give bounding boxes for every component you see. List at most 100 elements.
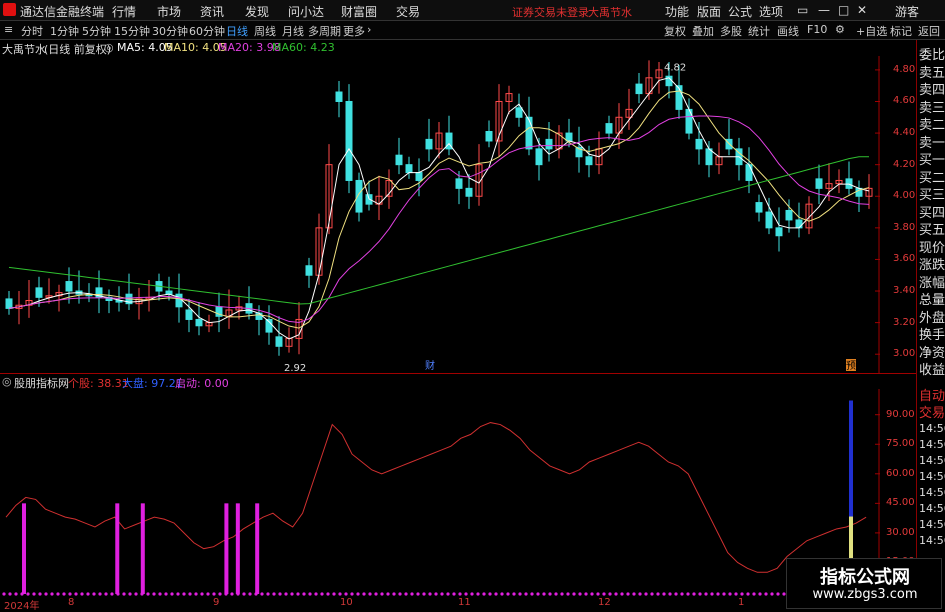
menu-function[interactable]: 功能 — [665, 3, 689, 20]
menu-item-market[interactable]: 市场 — [157, 3, 181, 20]
menu-item-trade[interactable]: 交易 — [396, 3, 420, 20]
tool-gear-icon[interactable]: ⚙ — [835, 23, 845, 36]
top-menu-bar: 通达信金融终端 行情 市场 资讯 发现 问小达 财富圈 交易 证券交易未登录 大… — [0, 0, 945, 21]
indicator-baseline-dot — [758, 592, 762, 596]
maximize-icon[interactable]: □ — [838, 3, 849, 17]
indicator-baseline-dot — [398, 592, 402, 596]
tab-period-60m[interactable]: 60分钟 — [189, 23, 225, 39]
tab-period-30m[interactable]: 30分钟 — [152, 23, 188, 39]
menu-options[interactable]: 选项 — [759, 3, 783, 20]
indicator-baseline-dot — [278, 592, 282, 596]
indicator-baseline-dot — [482, 592, 486, 596]
indicator-baseline-dot — [500, 592, 504, 596]
indicator-baseline-dot — [746, 592, 750, 596]
indicator-baseline-dot — [152, 592, 156, 596]
candle-body — [175, 293, 183, 308]
indicator-baseline-dot — [56, 592, 60, 596]
indicator-baseline-dot — [116, 592, 120, 596]
indicator-baseline-dot — [524, 592, 528, 596]
tool-stats[interactable]: 统计 — [748, 23, 770, 39]
menu-icon[interactable]: ≡ — [4, 23, 13, 36]
tool-back[interactable]: 返回 — [918, 23, 940, 39]
indicator-baseline-dot — [308, 592, 312, 596]
indicator-baseline-dot — [428, 592, 432, 596]
candle-body — [455, 178, 463, 189]
indicator-baseline-dot — [458, 592, 462, 596]
ma60-value: MA60: 4.23 — [272, 41, 335, 54]
indicator-baseline-dot — [614, 592, 618, 596]
app-title: 通达信金融终端 — [20, 5, 105, 19]
minimize-button[interactable]: ▭ — [797, 3, 808, 17]
tab-period-15m[interactable]: 15分钟 — [114, 23, 150, 39]
settings-circle-icon[interactable]: ◎ — [104, 41, 114, 54]
menu-layout[interactable]: 版面 — [697, 3, 721, 20]
indicator-baseline-dot — [470, 592, 474, 596]
minimize-icon[interactable]: — — [818, 3, 830, 17]
candle-body — [395, 154, 403, 166]
indicator-chart[interactable] — [0, 389, 916, 598]
price-tick-label: 4.80 — [893, 63, 916, 75]
menu-formula[interactable]: 公式 — [728, 3, 752, 20]
indicator-baseline-dot — [224, 592, 228, 596]
indicator-start-bar — [224, 503, 229, 594]
tab-period-week[interactable]: 周线 — [254, 23, 276, 39]
tool-adjust[interactable]: 复权 — [664, 23, 686, 39]
indicator-baseline-dot — [266, 592, 270, 596]
indicator-baseline-dot — [602, 592, 606, 596]
indicator-settings-icon[interactable]: ◎ — [2, 375, 12, 388]
trade-login-link[interactable]: 证券交易未登录 — [512, 4, 589, 20]
tab-period-tick[interactable]: 分时 — [21, 23, 43, 39]
candle-body — [185, 309, 193, 320]
indicator-tick-label: 60.00 — [886, 467, 915, 479]
indicator-baseline-dot — [38, 592, 42, 596]
candle-body — [585, 156, 593, 166]
quote-field-label: 买二 — [919, 170, 945, 186]
tool-add-favorite[interactable]: +自选 — [856, 23, 887, 39]
tab-period-multi[interactable]: 多周期 — [308, 23, 341, 39]
tab-period-day[interactable]: 日线 — [226, 23, 248, 39]
tool-multi-stock[interactable]: 多股 — [720, 23, 742, 39]
menu-item-news[interactable]: 资讯 — [200, 3, 224, 20]
quote-field-label: 卖一 — [919, 135, 945, 151]
indicator-baseline-dot — [410, 592, 414, 596]
quote-field-label: 卖四 — [919, 83, 945, 98]
indicator-baseline-dot — [62, 592, 66, 596]
menu-item-ask[interactable]: 问小达 — [288, 3, 324, 20]
indicator-baseline-dot — [230, 592, 234, 596]
tab-period-more[interactable]: 更多 — [343, 23, 365, 39]
indicator-baseline-dot — [344, 592, 348, 596]
period-toolbar: ≡ 分时 1分钟 5分钟 15分钟 30分钟 60分钟 日线 周线 月线 多周期… — [0, 21, 945, 40]
guest-label[interactable]: 游客 — [895, 3, 919, 20]
tab-period-5m[interactable]: 5分钟 — [82, 23, 111, 39]
tool-draw[interactable]: 画线 — [777, 23, 799, 39]
candlestick-chart[interactable]: 4.822.92 财预 — [0, 56, 916, 374]
indicator-baseline-dot — [644, 592, 648, 596]
tool-f10[interactable]: F10 — [807, 23, 827, 36]
price-axis: 4.80 4.60 4.40 4.20 4.00 3.80 3.60 3.40 3.20 3.00 — [893, 56, 917, 374]
price-tick-label: 3.60 — [893, 253, 916, 265]
indicator-info-bar: ◎ 股朋指标网 个股: 38.31 大盘: 97.21 启动: 0.00 — [0, 374, 916, 390]
indicator-baseline-dot — [314, 592, 318, 596]
panel-tab-1[interactable]: 交易 — [919, 402, 945, 421]
candle-body — [765, 211, 773, 229]
indicator-baseline-dot — [26, 592, 30, 596]
indicator-baseline-dot — [554, 592, 558, 596]
menu-item-discover[interactable]: 发现 — [245, 3, 269, 20]
tool-mark[interactable]: 标记 — [890, 23, 912, 39]
indicator-baseline-dot — [104, 592, 108, 596]
quote-field-label: 买四 — [919, 205, 945, 221]
tab-period-month[interactable]: 月线 — [282, 23, 304, 39]
tool-overlay[interactable]: 叠加 — [692, 23, 714, 39]
close-icon[interactable]: ✕ — [857, 3, 867, 17]
menu-item-wealth[interactable]: 财富圈 — [341, 3, 377, 20]
market-bar — [849, 400, 853, 517]
indicator-baseline-dot — [680, 592, 684, 596]
indicator-baseline-dot — [692, 592, 696, 596]
candle-body — [345, 100, 353, 181]
candle-body — [275, 336, 283, 347]
menu-item-quotes[interactable]: 行情 — [112, 3, 136, 20]
candle-body — [775, 227, 783, 237]
tab-period-1m[interactable]: 1分钟 — [50, 23, 79, 39]
indicator-baseline-dot — [14, 592, 18, 596]
indicator-baseline-dot — [452, 592, 456, 596]
